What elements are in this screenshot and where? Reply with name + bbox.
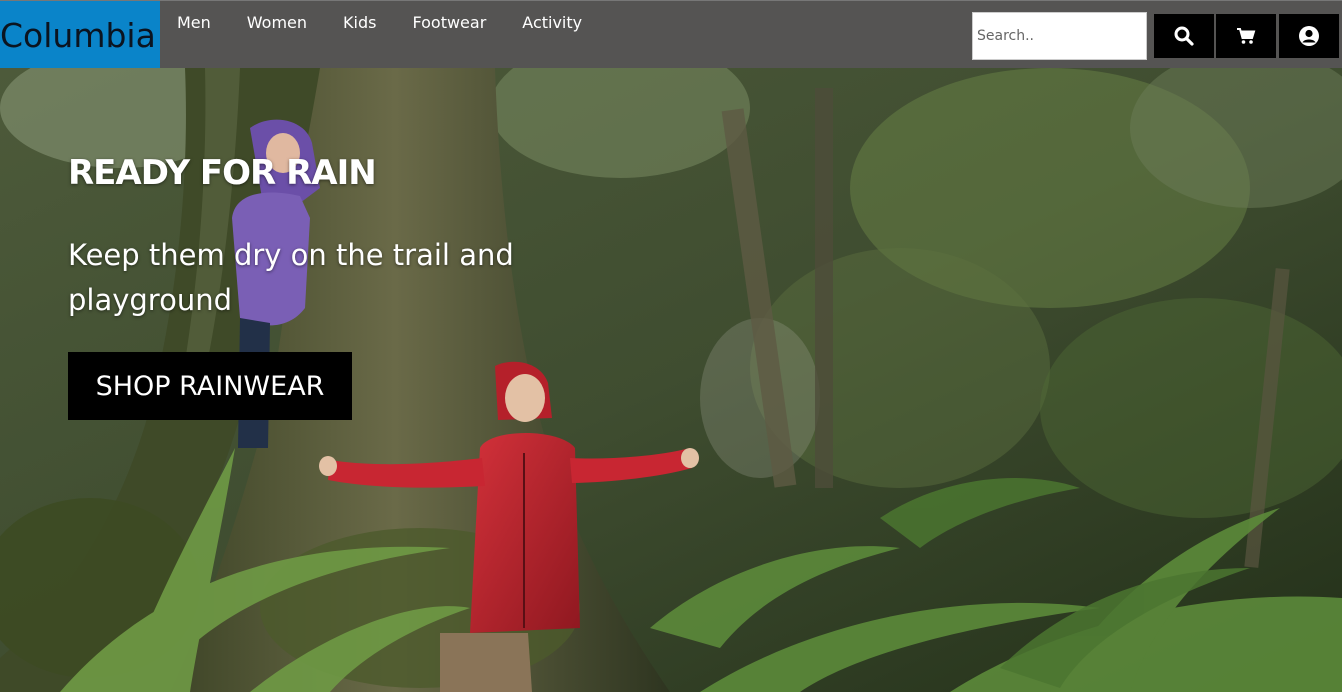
nav-item-footwear[interactable]: Footwear (412, 13, 486, 32)
nav-item-men[interactable]: Men (177, 13, 211, 32)
site-header: Columbia Men Women Kids Footwear Activit… (0, 0, 1342, 69)
shop-rainwear-button[interactable]: SHOP RAINWEAR (68, 352, 352, 420)
search-input[interactable] (972, 12, 1147, 60)
search-button[interactable] (1154, 14, 1214, 58)
cart-button[interactable] (1216, 14, 1276, 58)
account-icon (1299, 26, 1319, 46)
nav-item-activity[interactable]: Activity (522, 13, 582, 32)
nav-item-kids[interactable]: Kids (343, 13, 376, 32)
main-nav: Men Women Kids Footwear Activity (177, 13, 618, 32)
account-button[interactable] (1279, 14, 1339, 58)
hero-banner: READY FOR RAIN Keep them dry on the trai… (0, 68, 1342, 692)
cart-icon (1237, 28, 1256, 44)
hero-subtitle: Keep them dry on the trail and playgroun… (68, 238, 514, 317)
nav-item-women[interactable]: Women (247, 13, 307, 32)
hero-title: READY FOR RAIN (68, 153, 377, 193)
brand-logo[interactable]: Columbia (0, 1, 160, 69)
search-icon (1174, 26, 1194, 46)
